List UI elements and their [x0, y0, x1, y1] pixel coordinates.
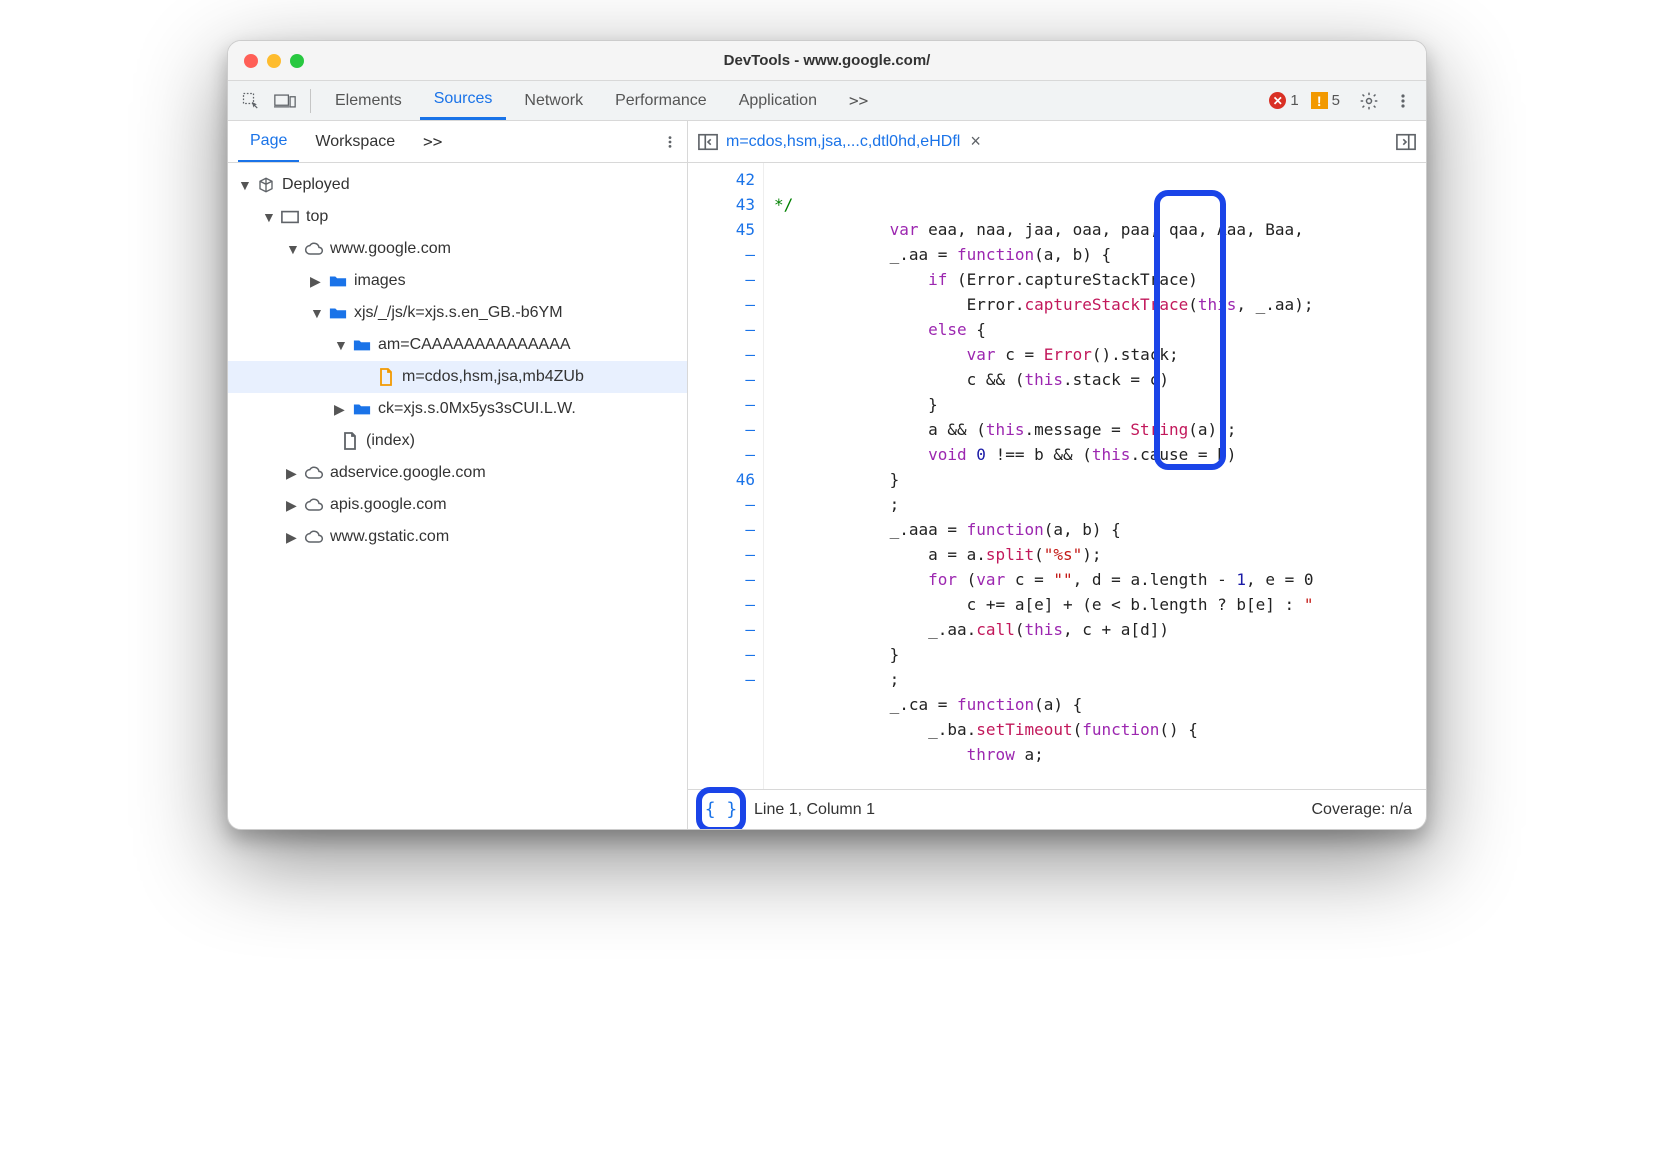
tree-item-xjs-folder[interactable]: ▼xjs/_/js/k=xjs.s.en_GB.-b6YM — [228, 297, 687, 329]
tree-item-adservice[interactable]: ▶adservice.google.com — [228, 457, 687, 489]
file-icon — [340, 432, 360, 450]
window-title: DevTools - www.google.com/ — [228, 52, 1426, 69]
pretty-print-button[interactable]: { } — [696, 787, 746, 830]
navigator-tab-workspace[interactable]: Workspace — [303, 121, 407, 162]
error-icon: ✕ — [1269, 92, 1286, 109]
cloud-icon — [304, 242, 324, 256]
cursor-position: Line 1, Column 1 — [754, 801, 875, 819]
tab-application[interactable]: Application — [725, 81, 831, 120]
tree-item-images[interactable]: ▶images — [228, 265, 687, 297]
tab-network[interactable]: Network — [510, 81, 597, 120]
folder-icon — [352, 338, 372, 352]
settings-icon[interactable] — [1354, 86, 1384, 116]
folder-icon — [328, 274, 348, 288]
warning-icon: ! — [1311, 92, 1328, 109]
navigator-overflow-button[interactable]: >> — [411, 121, 454, 162]
tree-item-selected-file[interactable]: m=cdos,hsm,jsa,mb4ZUb — [228, 361, 687, 393]
inspect-element-icon[interactable] — [236, 86, 266, 116]
navigator-menu-icon[interactable] — [663, 135, 677, 149]
tree-item-gstatic[interactable]: ▶www.gstatic.com — [228, 521, 687, 553]
cloud-icon — [304, 466, 324, 480]
line-gutter[interactable]: 424345–––––––––46–––––––– — [688, 163, 764, 789]
kebab-menu-icon[interactable] — [1388, 86, 1418, 116]
close-tab-icon[interactable]: × — [970, 131, 981, 152]
coverage-status: Coverage: n/a — [1311, 801, 1412, 819]
folder-icon — [328, 306, 348, 320]
tree-item-index[interactable]: (index) — [228, 425, 687, 457]
cloud-icon — [304, 498, 324, 512]
tree-item-deployed[interactable]: ▼Deployed — [228, 169, 687, 201]
tabs-overflow-button[interactable]: >> — [835, 81, 882, 120]
tree-item-google[interactable]: ▼www.google.com — [228, 233, 687, 265]
file-icon — [376, 368, 396, 386]
code-editor[interactable]: */ var eaa, naa, jaa, oaa, paa, qaa, Aaa… — [764, 163, 1426, 789]
folder-icon — [352, 402, 372, 416]
file-tree: ▼Deployed ▼top ▼www.google.com ▶images ▼… — [228, 163, 687, 829]
tree-item-apis[interactable]: ▶apis.google.com — [228, 489, 687, 521]
tab-elements[interactable]: Elements — [321, 81, 416, 120]
tree-item-top[interactable]: ▼top — [228, 201, 687, 233]
open-file-tab[interactable]: m=cdos,hsm,jsa,...c,dtl0hd,eHDfl × — [726, 131, 981, 152]
frame-icon — [280, 210, 300, 224]
tab-performance[interactable]: Performance — [601, 81, 721, 120]
tree-item-am-folder[interactable]: ▼am=CAAAAAAAAAAAAAA — [228, 329, 687, 361]
cube-icon — [256, 176, 276, 194]
navigator-tab-page[interactable]: Page — [238, 121, 299, 162]
error-count[interactable]: ✕ 1 — [1269, 92, 1298, 109]
toggle-debugger-icon[interactable] — [1396, 133, 1416, 151]
main-toolbar: Elements Sources Network Performance App… — [228, 81, 1426, 121]
warning-count[interactable]: ! 5 — [1311, 92, 1340, 109]
tab-sources[interactable]: Sources — [420, 81, 507, 120]
cloud-icon — [304, 530, 324, 544]
device-toolbar-icon[interactable] — [270, 86, 300, 116]
toggle-navigator-icon[interactable] — [698, 133, 718, 151]
tree-item-ck-folder[interactable]: ▶ck=xjs.s.0Mx5ys3sCUI.L.W. — [228, 393, 687, 425]
